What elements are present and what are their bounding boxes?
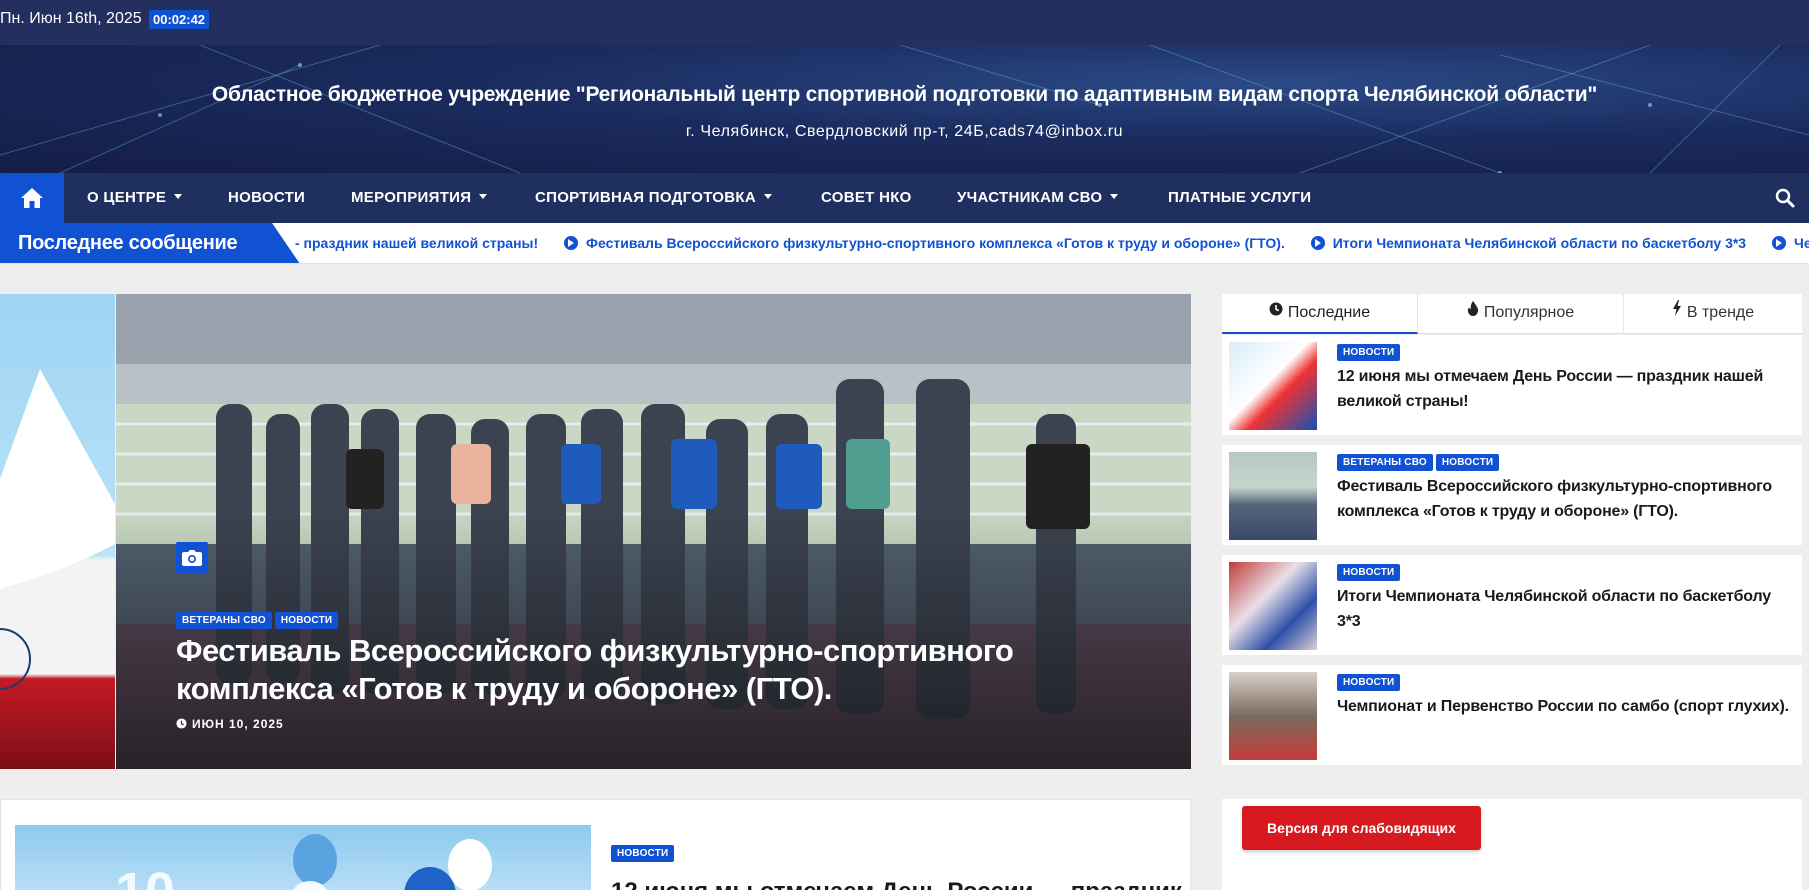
site-title[interactable]: Областное бюджетное учреждение "Регионал… <box>0 83 1809 107</box>
header-background-lines <box>0 45 1809 173</box>
main-navigation: О ЦЕНТРЕ НОВОСТИ МЕРОПРИЯТИЯ СПОРТИВНАЯ … <box>0 173 1809 223</box>
ticker-label: Последнее сообщение <box>0 223 300 263</box>
chevron-down-icon <box>174 193 183 199</box>
post-thumbnail[interactable] <box>1229 562 1317 650</box>
tab-latest[interactable]: Последние <box>1222 294 1418 334</box>
category-badge[interactable]: НОВОСТИ <box>1337 564 1401 581</box>
list-item[interactable]: НОВОСТИ Чемпионат и Первенство России по… <box>1222 665 1802 765</box>
news-card: 10 НОВОСТИ 12 июня мы отмечаем День Росс… <box>0 799 1191 890</box>
chevron-down-icon <box>479 193 488 199</box>
slide-date: ИЮН 10, 2025 <box>176 717 284 731</box>
post-thumbnail[interactable] <box>1229 672 1317 760</box>
clock-icon <box>176 718 187 729</box>
ticker-item[interactable]: - праздник нашей великой страны! <box>295 223 538 263</box>
category-badge[interactable]: ВЕТЕРАНЫ СВО <box>1337 454 1433 471</box>
category-badge[interactable]: ВЕТЕРАНЫ СВО <box>176 612 272 629</box>
list-item[interactable]: ВЕТЕРАНЫ СВО НОВОСТИ Фестиваль Всероссийс… <box>1222 445 1802 545</box>
news-ticker: - праздник нашей великой страны! Фестива… <box>0 223 1809 264</box>
accessibility-widget: Версия для слабовидящих <box>1222 799 1802 890</box>
nav-item-about[interactable]: О ЦЕНТРЕ <box>87 173 183 223</box>
home-button[interactable] <box>0 173 64 223</box>
svg-text:10: 10 <box>115 862 175 890</box>
slide-categories: ВЕТЕРАНЫ СВО НОВОСТИ <box>176 610 341 629</box>
nav-item-news[interactable]: НОВОСТИ <box>228 173 305 223</box>
list-item[interactable]: НОВОСТИ Итоги Чемпионата Челябинской обл… <box>1222 555 1802 655</box>
previous-slide-art <box>0 369 115 690</box>
arrow-circle-right-icon <box>564 236 579 251</box>
category-badge[interactable]: НОВОСТИ <box>274 612 339 629</box>
ticker-item[interactable]: Чем <box>1771 223 1809 263</box>
news-card-title[interactable]: 12 июня мы отмечаем День России — праздн… <box>611 878 1182 890</box>
category-badge[interactable]: НОВОСТИ <box>611 845 675 862</box>
site-header: Областное бюджетное учреждение "Регионал… <box>0 45 1809 173</box>
post-title[interactable]: Фестиваль Всероссийского физкультурно-сп… <box>1337 474 1792 524</box>
category-badge[interactable]: НОВОСТИ <box>1435 454 1500 471</box>
camera-icon <box>176 542 208 574</box>
featured-slide[interactable]: ВЕТЕРАНЫ СВО НОВОСТИ Фестиваль Всероссийс… <box>116 294 1191 769</box>
category-badge[interactable]: НОВОСТИ <box>1337 674 1401 691</box>
previous-slide-image[interactable] <box>0 294 115 769</box>
featured-slider: ВЕТЕРАНЫ СВО НОВОСТИ Фестиваль Всероссийс… <box>0 294 1191 769</box>
chevron-down-icon <box>1110 193 1119 199</box>
home-icon <box>21 188 43 208</box>
news-card-art: 10 <box>115 834 492 890</box>
ticker-items: - праздник нашей великой страны! Фестива… <box>295 223 1809 263</box>
slide-headline[interactable]: Фестиваль Всероссийского физкультурно-сп… <box>176 632 1076 708</box>
arrow-circle-right-icon <box>1771 236 1786 251</box>
news-card-image[interactable]: 10 <box>15 825 591 890</box>
current-date: Пн. Июн 16th, 2025 <box>0 10 142 27</box>
fire-icon <box>1467 293 1479 331</box>
search-button[interactable] <box>1775 188 1795 213</box>
arrow-circle-right-icon <box>1310 236 1325 251</box>
search-icon <box>1775 188 1795 208</box>
post-title[interactable]: Чемпионат и Первенство России по самбо (… <box>1337 694 1792 719</box>
top-bar: Пн. Июн 16th, 2025 00:02:42 <box>0 0 1809 45</box>
ticker-item[interactable]: Итоги Чемпионата Челябинской области по … <box>1310 223 1746 263</box>
tab-trending[interactable]: В тренде <box>1624 294 1802 334</box>
site-address: г. Челябинск, Свердловский пр-т, 24Б,cad… <box>685 123 1124 140</box>
tab-popular[interactable]: Популярное <box>1418 294 1624 334</box>
nav-item-events[interactable]: МЕРОПРИЯТИЯ <box>351 173 488 223</box>
nav-item-paid-services[interactable]: ПЛАТНЫЕ УСЛУГИ <box>1168 173 1311 223</box>
current-time: 00:02:42 <box>149 10 210 29</box>
low-vision-version-button[interactable]: Версия для слабовидящих <box>1242 806 1481 850</box>
category-badge[interactable]: НОВОСТИ <box>1337 344 1401 361</box>
post-tabs: Последние Популярное В тренде <box>1222 294 1802 334</box>
post-title[interactable]: 12 июня мы отмечаем День России — праздн… <box>1337 364 1792 414</box>
chevron-down-icon <box>763 193 772 199</box>
post-title[interactable]: Итоги Чемпионата Челябинской области по … <box>1337 584 1792 634</box>
clock-icon <box>1269 293 1283 331</box>
nav-item-nko-council[interactable]: СОВЕТ НКО <box>821 173 912 223</box>
ticker-item[interactable]: Фестиваль Всероссийского физкультурно-сп… <box>564 223 1285 263</box>
nav-item-sport-training[interactable]: СПОРТИВНАЯ ПОДГОТОВКА <box>535 173 772 223</box>
nav-item-svo-participants[interactable]: УЧАСТНИКАМ СВО <box>957 173 1119 223</box>
post-thumbnail[interactable] <box>1229 342 1317 430</box>
bolt-icon <box>1672 293 1682 331</box>
list-item[interactable]: НОВОСТИ 12 июня мы отмечаем День России … <box>1222 335 1802 435</box>
post-thumbnail[interactable] <box>1229 452 1317 540</box>
